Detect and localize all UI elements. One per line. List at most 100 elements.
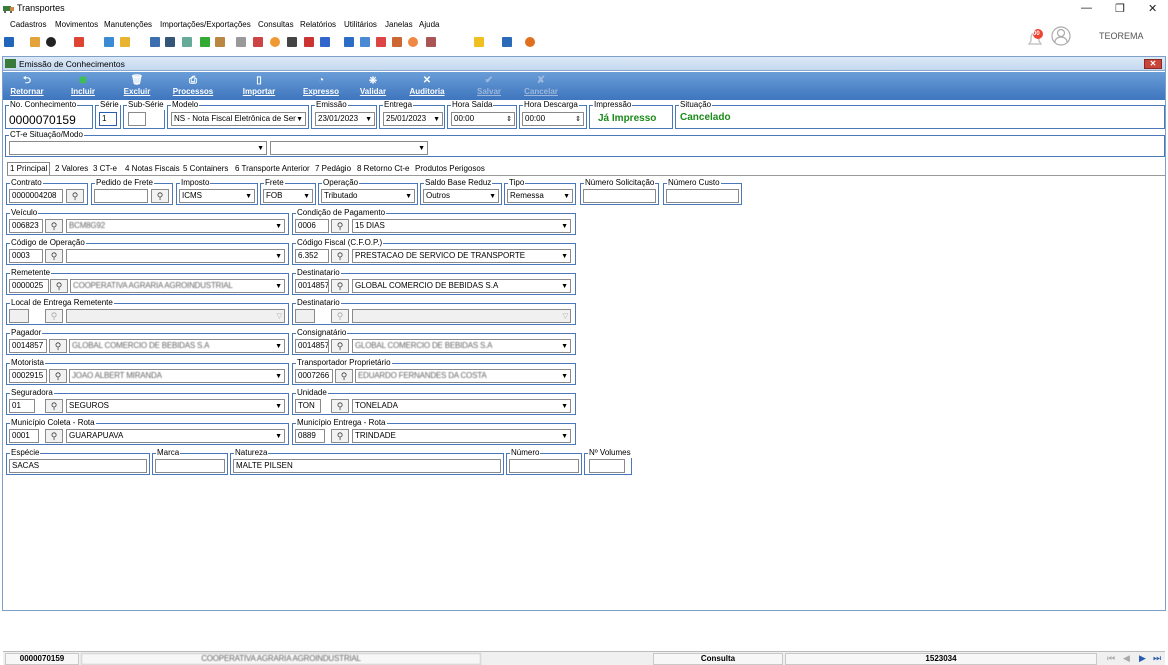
folder-icon[interactable]	[4, 37, 14, 47]
salvar-button[interactable]: ✔ Salvar	[465, 74, 513, 98]
calc-icon[interactable]	[165, 37, 175, 47]
operacao-select[interactable]: Tributado ▼	[321, 189, 415, 203]
search-icon[interactable]: ⚲	[331, 429, 349, 443]
entrega-date[interactable]: 25/01/2023 ▼	[383, 112, 443, 126]
clock-icon[interactable]	[270, 37, 280, 47]
condicao-pagamento-code[interactable]: 0006	[295, 219, 329, 233]
tab-principal[interactable]: 1 Principal	[7, 162, 51, 175]
menu-movimentos[interactable]: Movimentos	[55, 20, 98, 29]
tab-cte[interactable]: 3 CT-e	[93, 163, 117, 175]
calendar-icon[interactable]	[392, 37, 402, 47]
destinatario-entrega-code[interactable]	[295, 309, 315, 323]
nav-prev-icon[interactable]: ◀	[1123, 653, 1130, 664]
power-icon[interactable]	[525, 37, 535, 47]
star-icon[interactable]	[474, 37, 484, 47]
sheet-icon[interactable]	[360, 37, 370, 47]
nav-first-icon[interactable]: ⏮	[1107, 653, 1115, 664]
close-icon[interactable]: ✕	[1148, 2, 1157, 15]
search-icon[interactable]: ⚲	[66, 189, 84, 203]
frete-select[interactable]: FOB ▼	[263, 189, 313, 203]
cte-situacao-select[interactable]: ▼	[9, 141, 267, 155]
nav-next-icon[interactable]: ▶	[1139, 653, 1146, 664]
search-icon[interactable]: ⚲	[331, 249, 349, 263]
consignatario-select[interactable]: GLOBAL COMERCIO DE BEBIDAS S.A ▼	[352, 339, 571, 353]
transportador-code[interactable]: 0007266	[295, 369, 333, 383]
nav-icon[interactable]	[502, 37, 512, 47]
book-icon[interactable]	[320, 37, 330, 47]
modelo-select[interactable]: NS - Nota Fiscal Eletrônica de Ser ▼	[171, 112, 306, 126]
nav-last-icon[interactable]: ⏭	[1153, 653, 1161, 664]
tab-valores[interactable]: 2 Valores	[55, 163, 88, 175]
tab-transporte-anterior[interactable]: 6 Transporte Anterior	[235, 163, 310, 175]
destinatario-code[interactable]: 0014857	[295, 279, 329, 293]
processos-button[interactable]: ⎙ Processos	[165, 74, 221, 98]
expresso-button[interactable]: ◔ Expresso	[297, 74, 345, 98]
marca-input[interactable]	[155, 459, 225, 473]
globe-icon[interactable]	[408, 37, 418, 47]
tab-produtos-perigosos[interactable]: Produtos Perigosos	[415, 163, 485, 175]
search-icon[interactable]: ⚲	[45, 429, 63, 443]
car-icon[interactable]	[215, 37, 225, 47]
search-icon[interactable]: ⚲	[50, 279, 68, 293]
menu-ajuda[interactable]: Ajuda	[419, 20, 439, 29]
search-icon[interactable]: ⚲	[45, 399, 63, 413]
menu-consultas[interactable]: Consultas	[258, 20, 294, 29]
seguradora-code[interactable]: 01	[9, 399, 35, 413]
home-icon[interactable]	[30, 37, 40, 47]
pedido-input[interactable]	[94, 189, 148, 203]
tab-pedagio[interactable]: 7 Pedágio	[315, 163, 351, 175]
destinatario-entrega-select[interactable]: ▽	[352, 309, 571, 323]
hora-descarga-spinner[interactable]: 00:00 ⇕	[522, 112, 584, 126]
record-icon[interactable]	[46, 37, 56, 47]
doc-icon[interactable]	[104, 37, 114, 47]
menu-importacoes[interactable]: Importações/Exportações	[160, 20, 251, 29]
tool-icon[interactable]	[253, 37, 263, 47]
table-icon[interactable]	[344, 37, 354, 47]
numsol-input[interactable]	[583, 189, 656, 203]
cfop-code[interactable]: 6.352	[295, 249, 329, 263]
natureza-input[interactable]: MALTE PILSEN	[233, 459, 501, 473]
imposto-select[interactable]: ICMS ▼	[179, 189, 255, 203]
municipio-entrega-code[interactable]: 0889	[295, 429, 325, 443]
subserie-input[interactable]	[128, 112, 146, 126]
local-entrega-select[interactable]: ▽	[66, 309, 285, 323]
remetente-select[interactable]: COOPERATIVA AGRARIA AGROINDUSTRIAL ▼	[70, 279, 285, 293]
destinatario-select[interactable]: GLOBAL COMERCIO DE BEBIDAS S.A ▼	[352, 279, 571, 293]
menu-manutencoes[interactable]: Manutenções	[104, 20, 152, 29]
municipio-coleta-select[interactable]: GUARAPUAVA ▼	[66, 429, 285, 443]
list-icon[interactable]	[120, 37, 130, 47]
cfop-select[interactable]: PRESTACAO DE SERVICO DE TRANSPORTE ▼	[352, 249, 571, 263]
search-icon[interactable]: ⚲	[331, 279, 349, 293]
veiculo-select[interactable]: BCM8G92 ▼	[66, 219, 285, 233]
restore-icon[interactable]: ❐	[1115, 2, 1125, 15]
user-avatar-icon[interactable]	[1050, 25, 1072, 47]
importar-button[interactable]: ▯ Importar	[231, 74, 287, 98]
emissao-date[interactable]: 23/01/2023 ▼	[315, 112, 375, 126]
motorista-code[interactable]: 0002915	[9, 369, 47, 383]
incluir-button[interactable]: ⊕ Incluir	[59, 74, 107, 98]
grid-icon[interactable]	[150, 37, 160, 47]
hora-saida-spinner[interactable]: 00:00 ⇕	[451, 112, 515, 126]
numero-input[interactable]	[509, 459, 579, 473]
codigo-operacao-code[interactable]: 0003	[9, 249, 43, 263]
search-icon[interactable]: ⚲	[331, 309, 349, 323]
transportador-select[interactable]: EDUARDO FERNANDES DA COSTA ▼	[355, 369, 571, 383]
search-icon[interactable]: ⚲	[49, 369, 67, 383]
local-entrega-code[interactable]	[9, 309, 29, 323]
tipo-select[interactable]: Remessa ▼	[507, 189, 573, 203]
condicao-pagamento-select[interactable]: 15 DIAS ▼	[352, 219, 571, 233]
motorista-select[interactable]: JOAO ALBERT MIRANDA ▼	[69, 369, 285, 383]
flag-icon[interactable]	[376, 37, 386, 47]
search-icon[interactable]: ⚲	[45, 219, 63, 233]
menu-relatorios[interactable]: Relatórios	[300, 20, 336, 29]
unidade-code[interactable]: TON	[295, 399, 321, 413]
veiculo-code[interactable]: 006823	[9, 219, 43, 233]
search-icon[interactable]: ⚲	[45, 249, 63, 263]
arrow-icon[interactable]	[304, 37, 314, 47]
print-icon[interactable]	[236, 37, 246, 47]
serie-input[interactable]: 1	[99, 112, 117, 126]
bus-icon[interactable]	[287, 37, 297, 47]
volumes-input[interactable]	[589, 459, 625, 473]
chart-icon[interactable]	[200, 37, 210, 47]
tab-notas-fiscais[interactable]: 4 Notas Fiscais	[125, 163, 180, 175]
